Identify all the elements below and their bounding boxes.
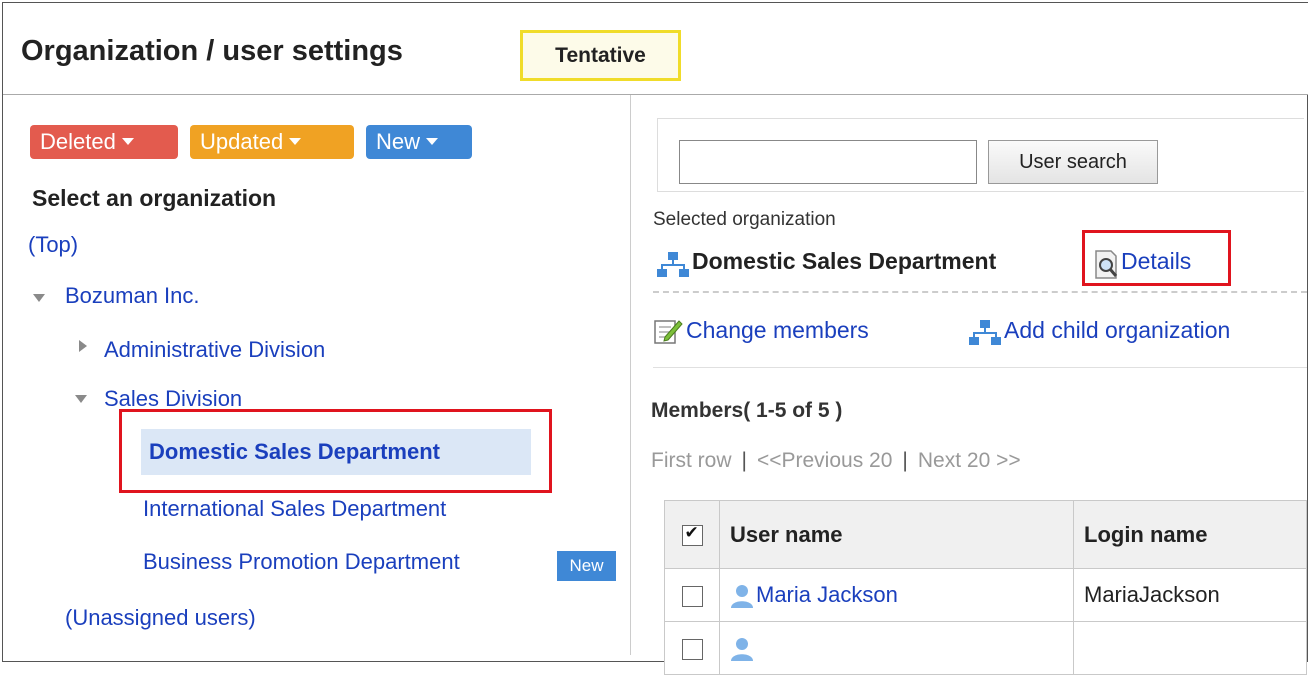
edit-members-icon[interactable] [653, 317, 683, 345]
deleted-filter-label: Deleted [40, 129, 116, 154]
deleted-filter-button[interactable]: Deleted [30, 125, 178, 159]
change-members-link[interactable]: Change members [686, 317, 869, 344]
previous-page-link: <<Previous 20 [756, 449, 893, 472]
login-name-cell: MariaJackson [1073, 568, 1307, 622]
caret-down-icon [426, 137, 439, 145]
collapsed-arrow-icon[interactable] [79, 340, 87, 352]
login-name-header[interactable]: Login name [1073, 500, 1307, 569]
first-row-link: First row [651, 449, 732, 472]
pagination: First row | <<Previous 20 | Next 20 >> [651, 449, 1021, 472]
updated-filter-label: Updated [200, 129, 284, 154]
selected-organization-name: Domestic Sales Department [692, 248, 997, 274]
row-checkbox[interactable] [681, 638, 703, 660]
select-organization-heading: Select an organization [32, 185, 277, 211]
divider [653, 367, 1307, 368]
tree-item-unassigned[interactable]: (Unassigned users) [65, 605, 256, 631]
highlight-box [119, 409, 552, 493]
page-title: Organization / user settings [21, 35, 403, 67]
tree-item-bozuman[interactable]: Bozuman Inc. [65, 283, 200, 309]
select-all-checkbox[interactable] [681, 523, 703, 547]
tree-item-top[interactable]: (Top) [28, 232, 78, 258]
divider [653, 291, 1307, 293]
expanded-arrow-icon[interactable] [75, 395, 87, 403]
user-name-cell [719, 621, 1074, 675]
row-checkbox[interactable] [681, 585, 703, 607]
add-child-organization-link[interactable]: Add child organization [1004, 317, 1230, 344]
organization-tree-pane: Deleted Updated New Select an organizati… [3, 95, 631, 655]
user-name-header[interactable]: User name [719, 500, 1074, 569]
page-header: Organization / user settings Tentative [3, 3, 1308, 95]
row-select-cell [664, 568, 720, 622]
login-name-cell [1073, 621, 1307, 675]
new-filter-label: New [376, 129, 421, 154]
table-row [664, 621, 1307, 675]
user-search-button[interactable]: User search [988, 140, 1158, 184]
selected-organization-label: Selected organization [653, 209, 836, 230]
row-select-cell [664, 621, 720, 675]
tree-item-international[interactable]: International Sales Department [143, 496, 446, 522]
organization-detail-pane: User search Selected organization Domest… [631, 95, 1307, 675]
tentative-badge: Tentative [520, 30, 681, 81]
new-filter-button[interactable]: New [366, 125, 472, 159]
user-name-link[interactable]: Maria Jackson [756, 582, 898, 607]
table-row: Maria Jackson MariaJackson [664, 568, 1307, 622]
next-page-link: Next 20 >> [917, 449, 1021, 472]
user-icon [731, 638, 753, 662]
tree-item-administrative[interactable]: Administrative Division [104, 337, 325, 363]
user-search-panel: User search [657, 118, 1304, 192]
caret-down-icon [289, 137, 302, 145]
caret-down-icon [121, 137, 134, 145]
highlight-box [1082, 230, 1231, 286]
organization-icon[interactable] [969, 319, 1001, 347]
new-badge: New [557, 551, 616, 581]
expanded-arrow-icon[interactable] [33, 294, 45, 302]
updated-filter-button[interactable]: Updated [190, 125, 354, 159]
tree-item-business-promotion[interactable]: Business Promotion Department [143, 549, 460, 575]
user-name-cell: Maria Jackson [719, 568, 1074, 622]
table-header-row: User name Login name [664, 500, 1307, 569]
user-search-input[interactable] [679, 140, 977, 184]
user-icon [731, 585, 753, 609]
organization-icon [657, 252, 689, 277]
select-all-cell [664, 500, 720, 569]
members-heading: Members( 1-5 of 5 ) [651, 399, 843, 422]
